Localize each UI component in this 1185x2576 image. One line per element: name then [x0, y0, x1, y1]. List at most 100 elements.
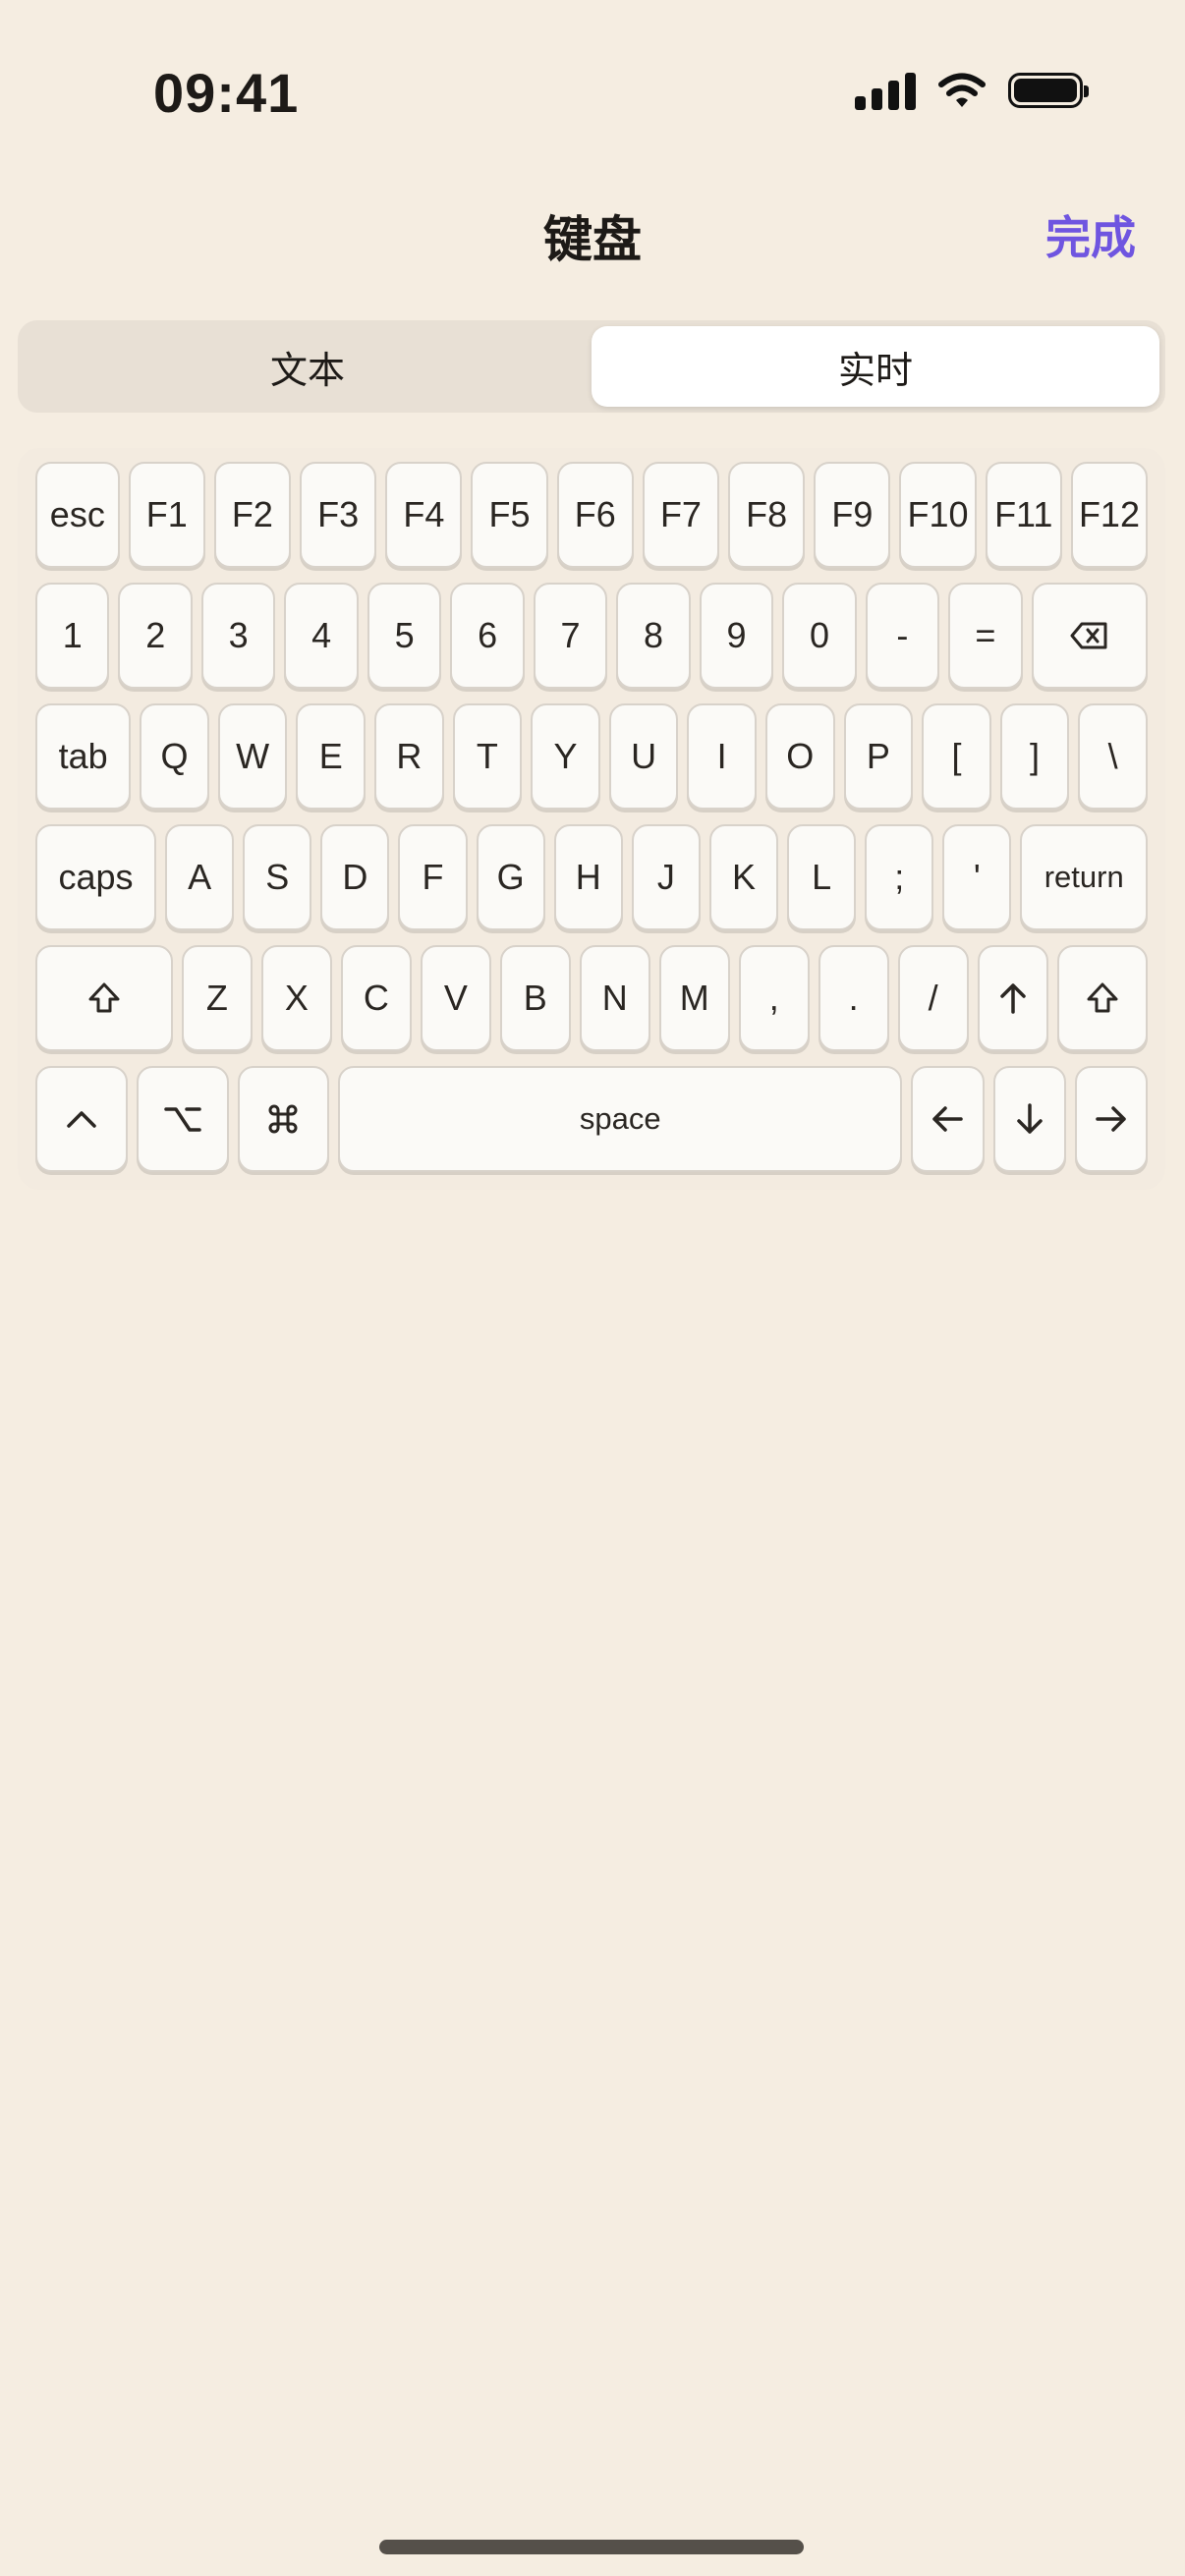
- key-f7[interactable]: F7: [642, 462, 720, 568]
- key-label: 0: [809, 615, 829, 655]
- key-label: .: [848, 978, 859, 1018]
- key-0[interactable]: 0: [782, 583, 857, 689]
- key-d[interactable]: D: [320, 824, 390, 930]
- key-f12[interactable]: F12: [1070, 462, 1149, 568]
- key-slash[interactable]: /: [897, 945, 969, 1051]
- key-return[interactable]: return: [1020, 824, 1149, 930]
- key-label: F: [422, 857, 444, 897]
- command-icon: [266, 1102, 300, 1136]
- key-label: F11: [994, 494, 1053, 534]
- key-left-bracket[interactable]: [: [922, 703, 991, 810]
- key-equals[interactable]: =: [948, 583, 1023, 689]
- key-e[interactable]: E: [296, 703, 367, 810]
- key-z[interactable]: Z: [181, 945, 253, 1051]
- segment-realtime[interactable]: 实时: [592, 326, 1159, 407]
- key-6[interactable]: 6: [450, 583, 525, 689]
- key-u[interactable]: U: [608, 703, 679, 810]
- key-label: 5: [394, 615, 415, 655]
- key-o[interactable]: O: [764, 703, 835, 810]
- arrow-up-key[interactable]: [977, 945, 1048, 1051]
- shift-icon: [1086, 981, 1119, 1015]
- key-esc[interactable]: esc: [35, 462, 120, 568]
- key-f6[interactable]: F6: [556, 462, 634, 568]
- done-button[interactable]: 完成: [1045, 202, 1136, 267]
- arrow-right-key[interactable]: [1074, 1066, 1149, 1172]
- key-4[interactable]: 4: [284, 583, 359, 689]
- key-b[interactable]: B: [499, 945, 571, 1051]
- key-s[interactable]: S: [243, 824, 312, 930]
- key-caps[interactable]: caps: [35, 824, 157, 930]
- key-tab[interactable]: tab: [35, 703, 132, 810]
- option-key[interactable]: [136, 1066, 229, 1172]
- key-9[interactable]: 9: [699, 583, 774, 689]
- key-f11[interactable]: F11: [985, 462, 1062, 568]
- key-label: 4: [311, 615, 332, 655]
- key-v[interactable]: V: [420, 945, 491, 1051]
- shift-key[interactable]: [35, 945, 173, 1051]
- delete-key[interactable]: [1031, 583, 1148, 689]
- key-label: tab: [58, 736, 108, 776]
- key-p[interactable]: P: [843, 703, 914, 810]
- key-label: F1: [145, 494, 188, 534]
- control-key[interactable]: [35, 1066, 128, 1172]
- key-y[interactable]: Y: [531, 703, 600, 810]
- segment-text[interactable]: 文本: [24, 326, 592, 407]
- command-key[interactable]: [237, 1066, 330, 1172]
- key-f10[interactable]: F10: [899, 462, 977, 568]
- key-label: ': [973, 857, 981, 897]
- key-space[interactable]: space: [338, 1066, 903, 1172]
- key-label: F10: [907, 494, 969, 534]
- key-n[interactable]: N: [579, 945, 650, 1051]
- key-l[interactable]: L: [787, 824, 857, 930]
- key-label: F12: [1078, 494, 1140, 534]
- key-7[interactable]: 7: [533, 583, 608, 689]
- key-label: C: [363, 978, 389, 1018]
- key-f2[interactable]: F2: [213, 462, 292, 568]
- key-f9[interactable]: F9: [814, 462, 891, 568]
- arrow-down-key[interactable]: [992, 1066, 1066, 1172]
- arrow-left-key[interactable]: [911, 1066, 985, 1172]
- key-comma[interactable]: ,: [738, 945, 810, 1051]
- key-k[interactable]: K: [708, 824, 779, 930]
- key-label: K: [731, 857, 756, 897]
- key-apostrophe[interactable]: ': [942, 824, 1012, 930]
- key-g[interactable]: G: [476, 824, 545, 930]
- key-5[interactable]: 5: [367, 583, 442, 689]
- key-label: Y: [553, 736, 578, 776]
- key-backslash[interactable]: \: [1078, 703, 1148, 810]
- key-2[interactable]: 2: [118, 583, 193, 689]
- key-label: O: [786, 736, 815, 776]
- key-f[interactable]: F: [398, 824, 468, 930]
- key-h[interactable]: H: [553, 824, 623, 930]
- key-period[interactable]: .: [818, 945, 889, 1051]
- key-j[interactable]: J: [631, 824, 701, 930]
- key-3[interactable]: 3: [200, 583, 276, 689]
- key-x[interactable]: X: [260, 945, 332, 1051]
- key-f1[interactable]: F1: [128, 462, 205, 568]
- key-c[interactable]: C: [340, 945, 412, 1051]
- arrow-up-icon: [998, 981, 1028, 1015]
- key-label: V: [443, 978, 468, 1018]
- key-t[interactable]: T: [452, 703, 523, 810]
- key-w[interactable]: W: [217, 703, 288, 810]
- arrow-left-icon: [931, 1104, 964, 1134]
- key-f3[interactable]: F3: [300, 462, 377, 568]
- key-label: F5: [488, 494, 531, 534]
- key-semicolon[interactable]: ;: [865, 824, 934, 930]
- key-label: return: [1044, 860, 1124, 894]
- key-q[interactable]: Q: [140, 703, 209, 810]
- shift-key[interactable]: [1056, 945, 1148, 1051]
- key-f5[interactable]: F5: [471, 462, 548, 568]
- battery-icon: [1008, 73, 1089, 108]
- key-m[interactable]: M: [658, 945, 730, 1051]
- key-right-bracket[interactable]: ]: [999, 703, 1070, 810]
- key-8[interactable]: 8: [616, 583, 691, 689]
- key-1[interactable]: 1: [35, 583, 110, 689]
- key-f4[interactable]: F4: [385, 462, 463, 568]
- key-r[interactable]: R: [374, 703, 444, 810]
- key-i[interactable]: I: [687, 703, 757, 810]
- key-f8[interactable]: F8: [728, 462, 806, 568]
- key-minus[interactable]: -: [865, 583, 940, 689]
- keyboard-row: 1 2 3 4 5 6 7 8 9 0 - =: [35, 583, 1148, 689]
- key-a[interactable]: A: [165, 824, 235, 930]
